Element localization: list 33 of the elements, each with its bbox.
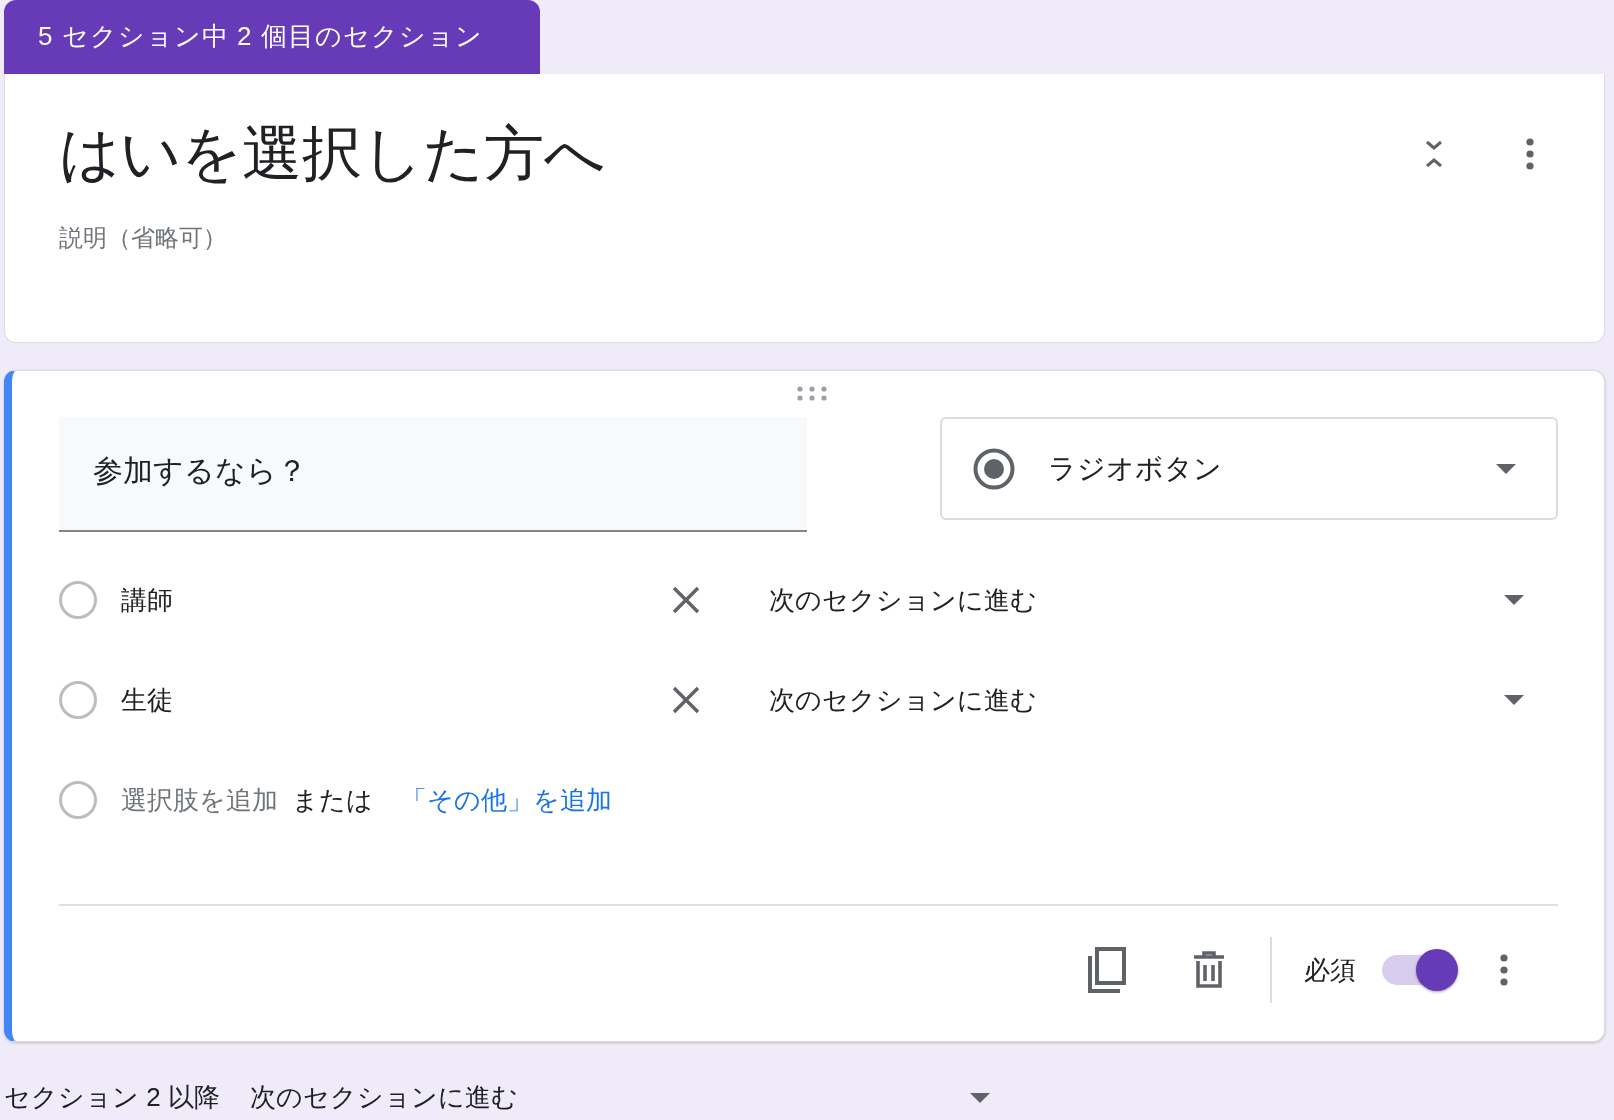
section-tab-label: 5 セクション中 2 個目のセクション xyxy=(4,0,540,74)
question-type-dropdown[interactable]: ラジオボタン xyxy=(940,417,1558,520)
or-label: または xyxy=(292,783,373,817)
radio-circle-icon xyxy=(59,781,97,819)
radio-circle-icon xyxy=(59,681,97,719)
radio-circle-icon xyxy=(59,581,97,619)
go-to-section-label: 次のセクションに進む xyxy=(769,583,1038,617)
add-other-link[interactable]: 「その他」を追加 xyxy=(401,782,612,818)
close-icon[interactable] xyxy=(671,585,701,615)
more-icon[interactable] xyxy=(1526,138,1534,170)
question-type-label: ラジオボタン xyxy=(1048,451,1223,486)
more-icon[interactable] xyxy=(1500,954,1508,986)
go-to-section-dropdown[interactable]: 次のセクションに進む xyxy=(769,582,1524,618)
caret-icon xyxy=(969,1092,990,1103)
trash-icon[interactable] xyxy=(1192,951,1226,989)
caret-icon xyxy=(1504,695,1524,705)
option-label[interactable]: 講師 xyxy=(121,582,671,618)
after-section-dropdown[interactable]: 次のセクションに進む xyxy=(249,1080,990,1115)
copy-icon[interactable] xyxy=(1086,947,1126,993)
after-section-go-to-label: 次のセクションに進む xyxy=(249,1081,519,1114)
go-to-section-dropdown[interactable]: 次のセクションに進む xyxy=(769,682,1524,718)
after-section-label: セクション 2 以降 xyxy=(4,1081,220,1114)
question-title-field[interactable]: 参加するなら？ xyxy=(59,417,807,532)
drag-handle-icon[interactable] xyxy=(796,385,828,401)
go-to-section-label: 次のセクションに進む xyxy=(769,683,1038,717)
close-icon[interactable] xyxy=(671,685,701,715)
caret-icon xyxy=(1496,463,1516,474)
required-label: 必須 xyxy=(1304,953,1356,987)
section-title[interactable]: はいを選択した方へ xyxy=(59,114,1422,194)
caret-icon xyxy=(1504,595,1524,605)
option-label[interactable]: 生徒 xyxy=(121,682,671,718)
radio-button-icon xyxy=(972,446,1016,491)
add-option-placeholder[interactable]: 選択肢を追加 xyxy=(121,782,278,818)
